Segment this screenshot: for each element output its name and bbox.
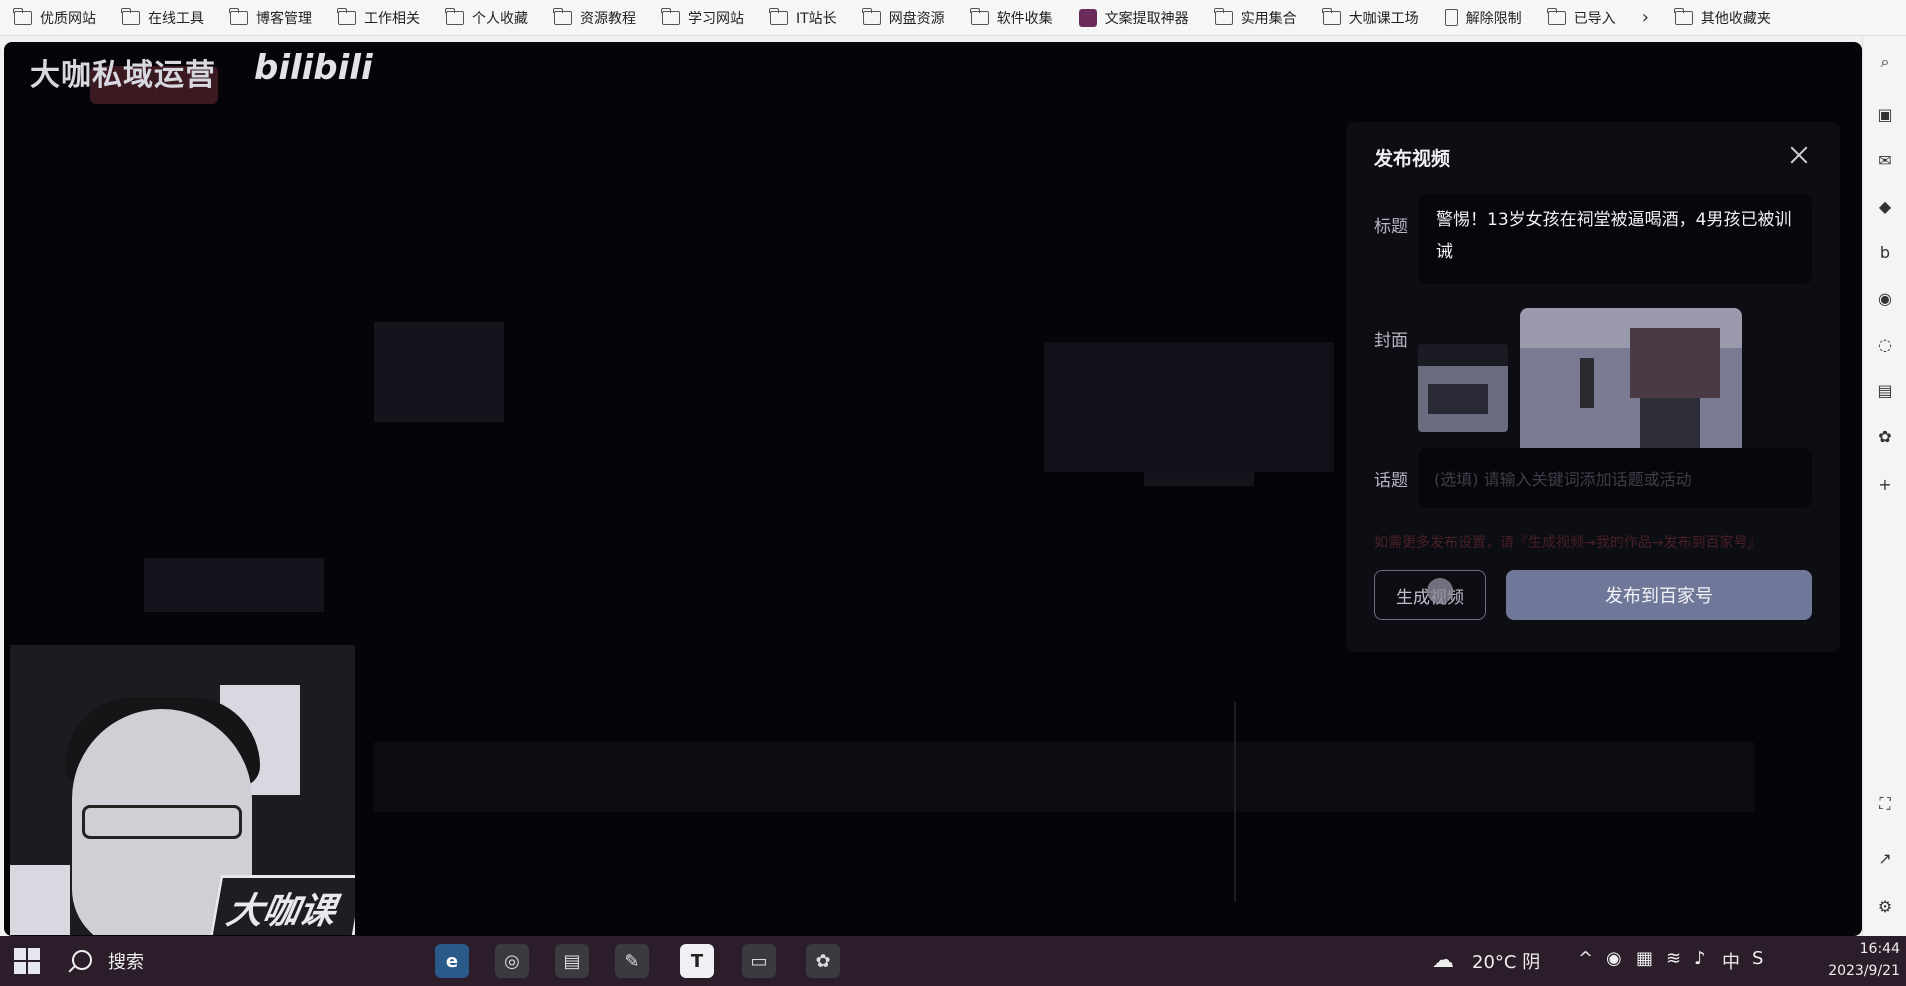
folder-icon (862, 7, 881, 25)
bookmark-item[interactable]: 大咖课工场 (1322, 7, 1419, 28)
wifi-icon[interactable]: ≋ (1666, 948, 1681, 969)
outlook-icon[interactable]: ✉ (1873, 148, 1897, 172)
folder-icon (337, 7, 356, 25)
folder-icon (1214, 7, 1233, 25)
cover-frame-detail (1630, 328, 1720, 398)
bookmark-item[interactable]: 博客管理 (229, 7, 312, 28)
folder-icon (661, 7, 680, 25)
bookmark-item[interactable]: 优质网站 (13, 7, 96, 28)
cover-frame-detail (1428, 384, 1488, 414)
timeline-playhead (1234, 702, 1236, 902)
brand-logo: 大咖私域运营 (30, 58, 216, 93)
game-icon[interactable]: ▤ (1873, 378, 1897, 402)
bookmark-item[interactable]: 软件收集 (970, 7, 1053, 28)
bookshelf (10, 865, 70, 935)
folder-icon (1547, 7, 1566, 25)
chevron-right-icon[interactable]: › (1642, 7, 1649, 28)
system-clock[interactable]: 16:44 2023/9/21 (1820, 938, 1900, 982)
editor-icon[interactable]: ✎ (615, 944, 649, 978)
bookmark-item[interactable]: IT站长 (769, 7, 837, 28)
sogou-icon[interactable]: S (1752, 948, 1763, 969)
bookmark-item[interactable]: 文案提取神器 (1078, 8, 1189, 28)
title-input[interactable]: 警惕！13岁女孩在祠堂被逼喝酒，4男孩已被训诫 (1418, 194, 1812, 284)
cover-label: 封面 (1374, 331, 1408, 351)
bookmark-item[interactable]: 已导入 (1547, 7, 1616, 28)
faded-preview (1044, 342, 1334, 472)
app-icon (1078, 8, 1097, 27)
external-link-icon[interactable]: ↗ (1873, 846, 1897, 870)
folder-icon (121, 7, 140, 25)
dialog-title: 发布视频 (1374, 148, 1451, 170)
notes-icon[interactable]: ▤ (555, 944, 589, 978)
cover-thumbnail-small[interactable] (1418, 344, 1508, 432)
bookmark-item[interactable]: 实用集合 (1214, 7, 1297, 28)
screenshot-icon[interactable]: ⛶ (1873, 792, 1897, 816)
document-icon (1444, 9, 1458, 26)
watermark-logo: 大咖课堂 (199, 875, 355, 935)
click-indicator (1427, 578, 1453, 604)
search-zoom-icon[interactable]: ◉ (1873, 286, 1897, 310)
bing-icon[interactable]: b (1873, 240, 1897, 264)
bookmark-item[interactable]: 学习网站 (661, 7, 744, 28)
tray-app-icon[interactable]: ▦ (1636, 948, 1653, 969)
extension-icon[interactable]: ✿ (1873, 424, 1897, 448)
publish-hint: 如需更多发布设置，请『生成视频→我的作品→发布到百家号』 (1374, 535, 1762, 551)
webcam-overlay: 大咖课堂 (10, 645, 355, 935)
bookmark-item[interactable]: 个人收藏 (445, 7, 528, 28)
record-icon[interactable]: ◉ (1606, 948, 1622, 969)
gear-icon[interactable]: ⚙ (1873, 894, 1897, 918)
folder-icon (1674, 7, 1693, 25)
bookmarks-bar: 优质网站 在线工具 博客管理 工作相关 个人收藏 资源教程 学习网站 IT站长 … (0, 0, 1906, 36)
bilibili-logo: bilibili (254, 48, 373, 88)
bookmark-item[interactable]: 资源教程 (553, 7, 636, 28)
cloud-icon: ☁ (1432, 948, 1454, 973)
faded-block (144, 558, 324, 612)
publish-baijiahao-button[interactable]: 发布到百家号 (1506, 570, 1812, 620)
circle-app-icon[interactable]: ◌ (1873, 332, 1897, 356)
taskbar-search-label[interactable]: 搜索 (108, 948, 144, 974)
glasses-icon (82, 805, 242, 839)
bookmark-item[interactable]: 在线工具 (121, 7, 204, 28)
folder-icon (445, 7, 464, 25)
clock-date: 2023/9/21 (1828, 963, 1900, 979)
add-icon[interactable]: + (1873, 472, 1897, 496)
title-label: 标题 (1374, 217, 1408, 237)
close-icon[interactable] (1788, 144, 1810, 166)
flower-app-icon[interactable]: ✿ (806, 944, 840, 978)
folder-icon (769, 7, 788, 25)
ime-indicator[interactable]: 中 (1722, 948, 1740, 974)
topic-label: 话题 (1374, 471, 1408, 491)
folder-icon (1322, 7, 1341, 25)
weather-text[interactable]: 20°C 阴 (1472, 948, 1540, 974)
bookmark-item[interactable]: 解除限制 (1444, 8, 1522, 28)
folder-icon (13, 7, 32, 25)
browser-sidebar: ⌕ ▣ ✉ ◆ b ◉ ◌ ▤ ✿ + ⛶ ↗ ⚙ (1862, 36, 1906, 936)
clock-time: 16:44 (1859, 941, 1900, 957)
browser-icon[interactable]: ◎ (495, 944, 529, 978)
folder-icon (229, 7, 248, 25)
publish-dialog: 发布视频 标题 警惕！13岁女孩在祠堂被逼喝酒，4男孩已被训诫 封面 话题 (选… (1346, 122, 1840, 652)
search-icon[interactable]: ⌕ (1873, 50, 1897, 74)
typora-icon[interactable]: T (680, 944, 714, 978)
chevron-up-icon[interactable]: ^ (1578, 948, 1593, 969)
taskbar: 搜索 e ◎ ▤ ✎ T ▭ ✿ ☁ 20°C 阴 ^ ◉ ▦ ≋ ♪ 中 S … (0, 936, 1906, 986)
cover-figure (1580, 358, 1594, 408)
shopping-icon[interactable]: ◆ (1873, 194, 1897, 218)
cover-thumbnail-selected[interactable] (1520, 308, 1742, 468)
search-icon[interactable] (72, 950, 92, 970)
faded-thumbnail (374, 322, 504, 422)
folder-icon (553, 7, 572, 25)
bookmark-other-folder[interactable]: 其他收藏夹 (1674, 7, 1771, 28)
windows-start-icon[interactable] (14, 948, 40, 974)
volume-icon[interactable]: ♪ (1694, 948, 1706, 969)
timeline-track (374, 742, 1754, 812)
toolbox-icon[interactable]: ▣ (1873, 102, 1897, 126)
folder-icon (970, 7, 989, 25)
topic-input[interactable]: (选填) 请输入关键词添加话题或活动 (1418, 448, 1812, 508)
window-icon[interactable]: ▭ (742, 944, 776, 978)
edge-beta-icon[interactable]: e (435, 944, 469, 978)
screen: 优质网站 在线工具 博客管理 工作相关 个人收藏 资源教程 学习网站 IT站长 … (0, 0, 1906, 986)
bookmark-item[interactable]: 工作相关 (337, 7, 420, 28)
bookmark-item[interactable]: 网盘资源 (862, 7, 945, 28)
